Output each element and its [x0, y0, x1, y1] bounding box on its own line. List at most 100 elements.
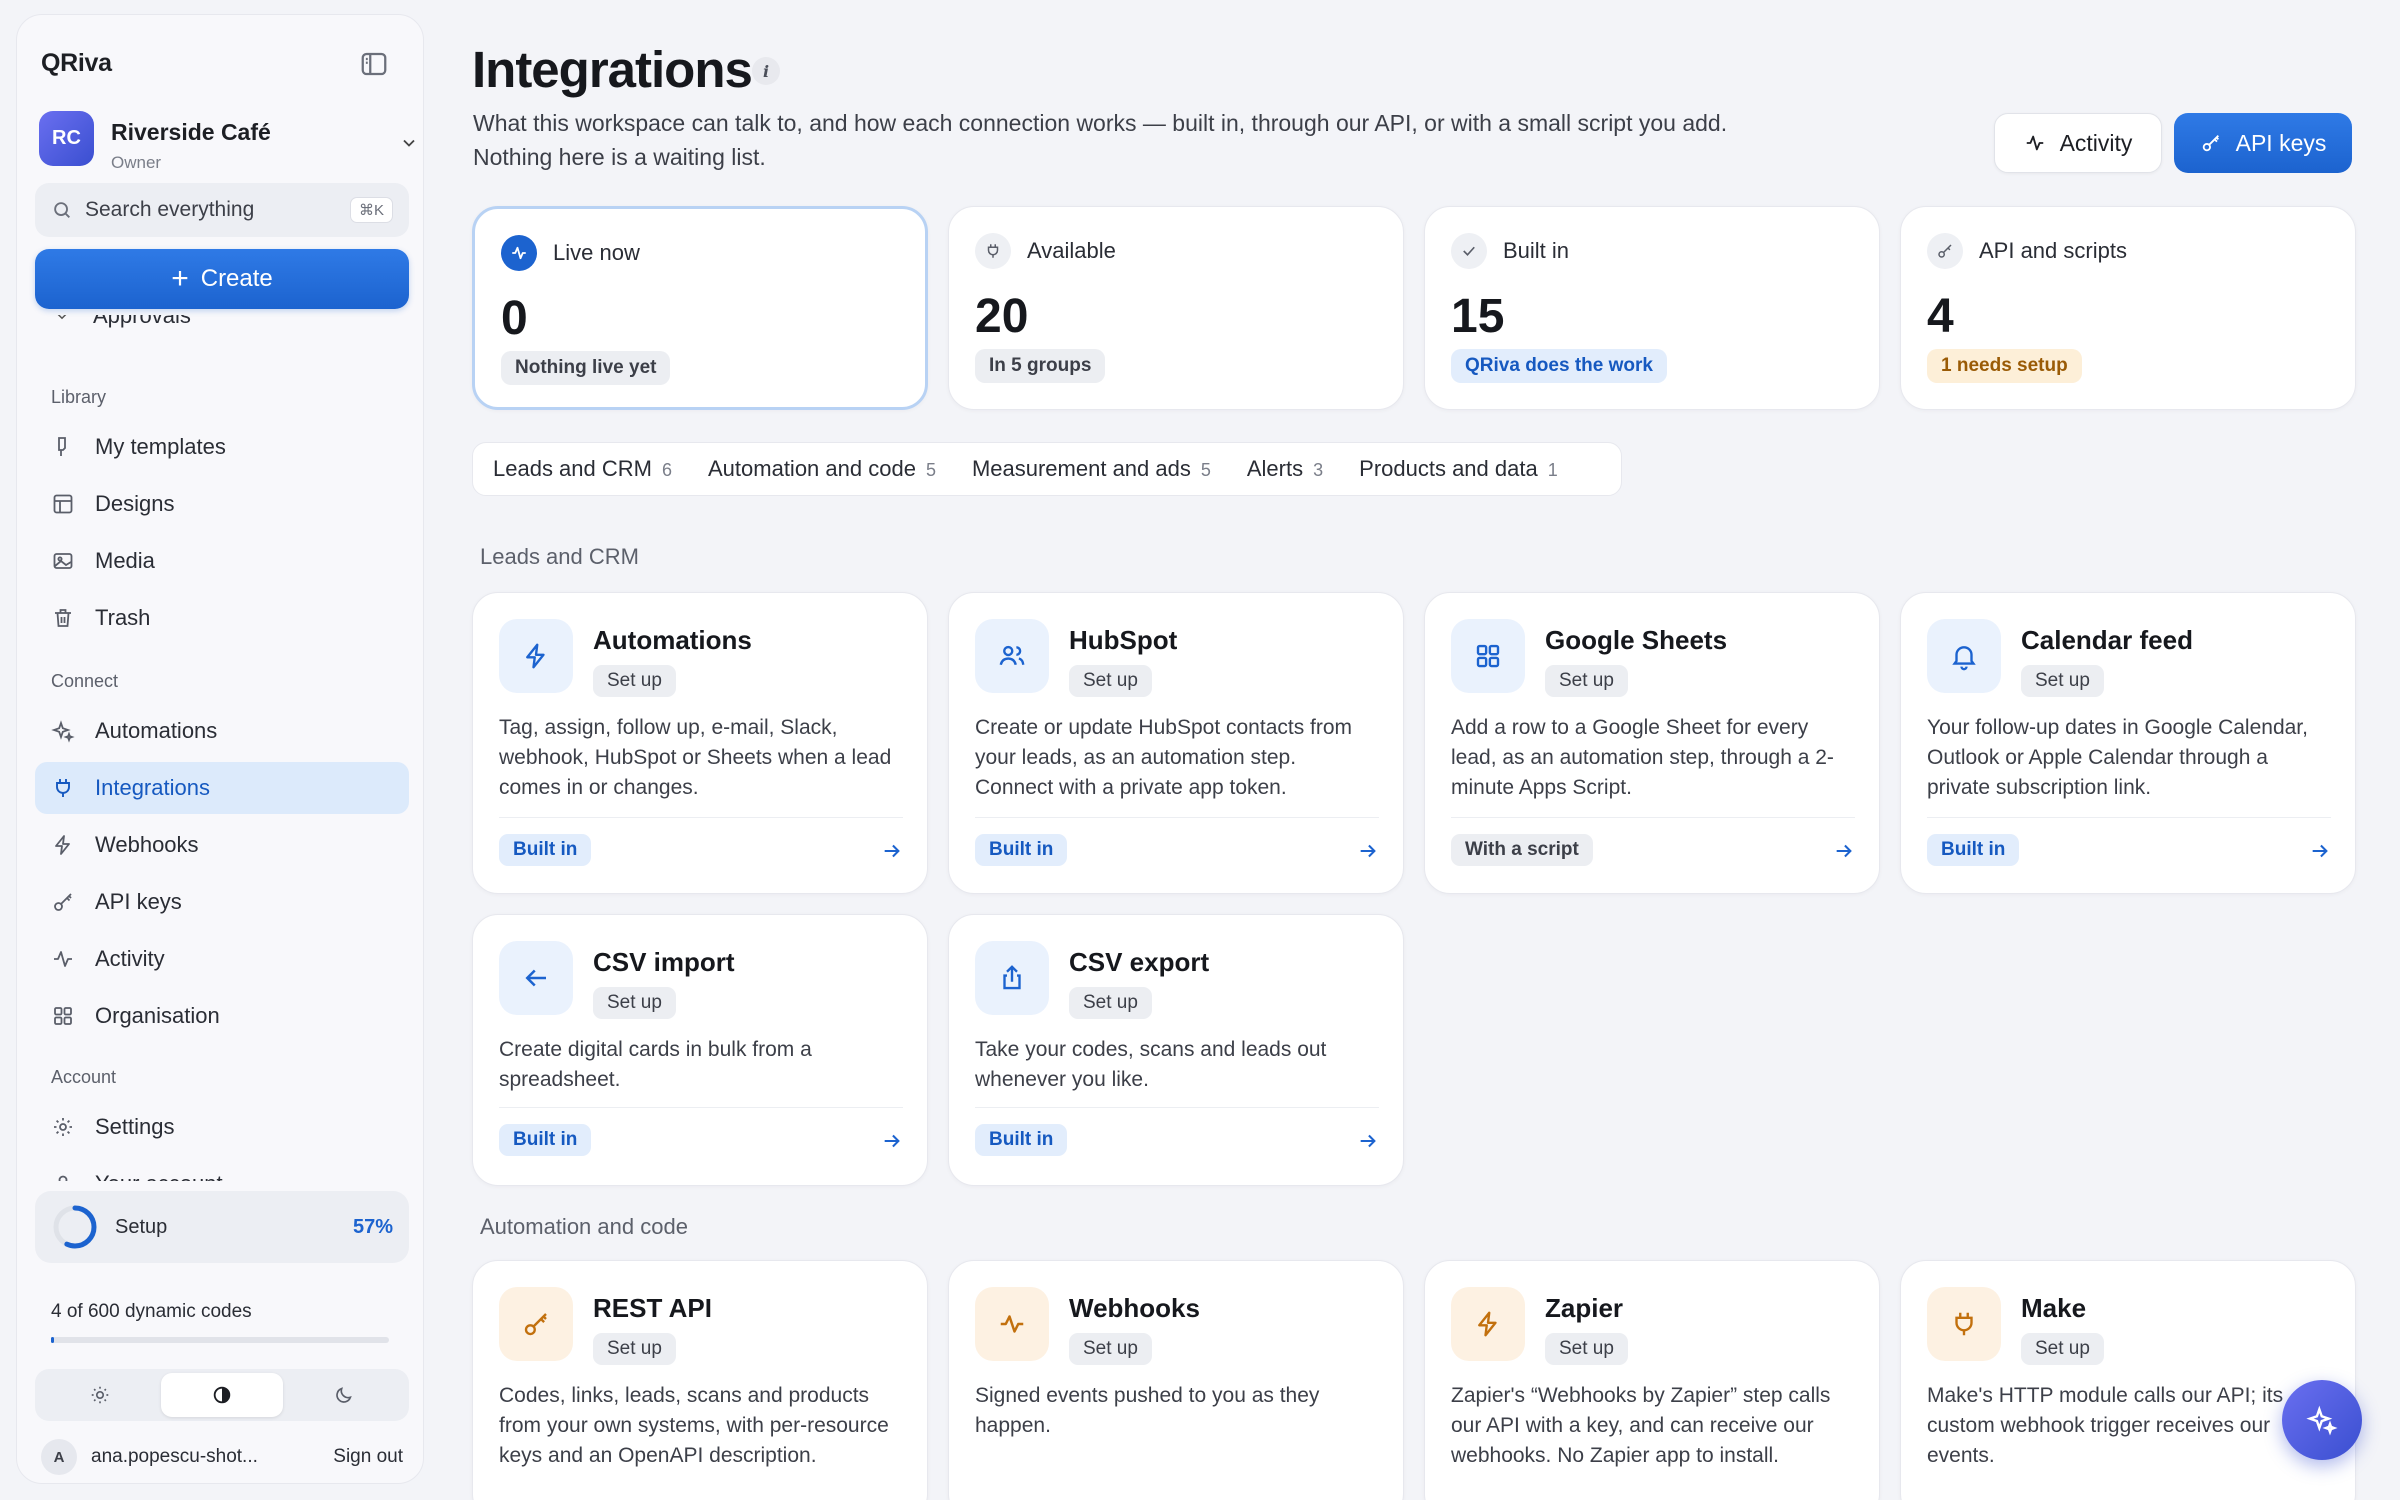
tab-leads-and-crm[interactable]: Leads and CRM 6: [493, 456, 672, 482]
stat-card-built-in[interactable]: Built in 15 QRiva does the work: [1424, 206, 1880, 410]
sidebar-item-webhooks[interactable]: Webhooks: [35, 819, 409, 871]
info-icon[interactable]: i: [752, 57, 780, 85]
integration-card-webhooks[interactable]: Webhooks Set up Signed events pushed to …: [948, 1260, 1404, 1500]
tab-label: Automation and code: [708, 456, 916, 481]
integration-card-make[interactable]: Make Set up Make's HTTP module calls our…: [1900, 1260, 2356, 1500]
grid-icon: [51, 1004, 75, 1028]
tab-measurement-and-ads[interactable]: Measurement and ads 5: [972, 456, 1211, 482]
card-description: Take your codes, scans and leads out whe…: [975, 1038, 1327, 1091]
arrow-right-icon[interactable]: [881, 1130, 903, 1152]
tab-count: 6: [661, 460, 672, 480]
integration-card-csv-export[interactable]: CSV export Set up Take your codes, scans…: [948, 914, 1404, 1186]
tab-automation-and-code[interactable]: Automation and code 5: [708, 456, 936, 482]
card-title: Make: [2021, 1293, 2087, 1323]
page-title: Integrations: [472, 41, 753, 98]
sidebar-item-integrations[interactable]: Integrations: [35, 762, 409, 814]
arrow-right-icon[interactable]: [1833, 840, 1855, 862]
sidebar-item-designs[interactable]: Designs: [35, 478, 409, 530]
arrow-right-icon[interactable]: [1357, 840, 1379, 862]
collapse-sidebar-icon[interactable]: [359, 49, 389, 79]
card-description: Create or update HubSpot contacts from y…: [975, 716, 1353, 799]
nav-section-library: Library: [51, 387, 107, 407]
card-setup-button[interactable]: Set up: [593, 1333, 676, 1365]
card-setup-button[interactable]: Set up: [593, 665, 676, 697]
sidebar-item-my-templates[interactable]: My templates: [35, 421, 409, 473]
integration-card-google-sheets[interactable]: Google Sheets Set up Add a row to a Goog…: [1424, 592, 1880, 894]
tab-count: 1: [1547, 460, 1558, 480]
card-setup-button[interactable]: Set up: [1069, 987, 1152, 1019]
arrow-right-icon[interactable]: [2309, 840, 2331, 862]
stat-label: API and scripts: [1979, 238, 2127, 263]
theme-dark-button[interactable]: [283, 1373, 405, 1417]
tab-label: Alerts: [1246, 456, 1304, 481]
sidebar-item-approvals[interactable]: Approvals: [93, 315, 191, 329]
sidebar-item-media[interactable]: Media: [35, 535, 409, 587]
api-keys-button[interactable]: API keys: [2174, 113, 2352, 173]
assistant-fab-button[interactable]: [2282, 1380, 2362, 1460]
sign-out-button[interactable]: Sign out: [333, 1446, 403, 1468]
sidebar-item-activity[interactable]: Activity: [35, 933, 409, 985]
stat-badge: In 5 groups: [975, 349, 1106, 383]
tab-alerts[interactable]: Alerts 3: [1247, 456, 1323, 482]
card-setup-button[interactable]: Set up: [1069, 1333, 1152, 1365]
sidebar-item-api-keys[interactable]: API keys: [35, 876, 409, 928]
card-footer: Built in: [499, 1107, 903, 1156]
stat-value: 4: [1927, 290, 1954, 343]
search-input[interactable]: Search everything ⌘K: [35, 183, 409, 237]
tab-products-and-data[interactable]: Products and data 1: [1359, 456, 1558, 482]
stat-card-available[interactable]: Available 20 In 5 groups: [948, 206, 1404, 410]
stat-value: 15: [1451, 290, 1505, 343]
sidebar-item-your-account[interactable]: Your account: [35, 1158, 409, 1181]
sidebar-item-settings[interactable]: Settings: [35, 1101, 409, 1153]
integration-card-csv-import[interactable]: CSV import Set up Create digital cards i…: [472, 914, 928, 1186]
card-setup-button[interactable]: Set up: [2021, 665, 2104, 697]
activity-button-label: Activity: [2059, 129, 2133, 156]
stat-value: 20: [975, 290, 1029, 343]
card-setup-button[interactable]: Set up: [593, 987, 676, 1019]
sidebar-item-automations[interactable]: Automations: [35, 705, 409, 757]
integration-card-zapier[interactable]: Zapier Set up Zapier's “Webhooks by Zapi…: [1424, 1260, 1880, 1500]
sidebar-item-trash[interactable]: Trash: [35, 592, 409, 644]
category-tabs: Leads and CRM 6 Automation and code 5 Meas…: [472, 442, 1622, 496]
theme-toggle: [35, 1369, 409, 1421]
arrow-right-icon[interactable]: [881, 840, 903, 862]
user-avatar: A: [41, 1439, 77, 1475]
activity-button[interactable]: Activity: [1994, 113, 2162, 173]
setup-progress-card[interactable]: Setup 57%: [35, 1191, 409, 1263]
grid-icon: [1451, 619, 1525, 693]
stat-label: Live now: [553, 240, 640, 265]
workspace-name: Riverside Café: [111, 119, 271, 145]
sidebar-item-label: My templates: [95, 434, 226, 459]
workspace-switcher[interactable]: RC Riverside Café Owner: [39, 107, 419, 172]
card-description: Add a row to a Google Sheet for every le…: [1451, 716, 1834, 799]
card-setup-button[interactable]: Set up: [1545, 1333, 1628, 1365]
search-shortcut: ⌘K: [349, 197, 393, 223]
card-setup-button[interactable]: Set up: [1069, 665, 1152, 697]
card-tag: With a script: [1451, 834, 1593, 866]
arrow-right-icon[interactable]: [1357, 1130, 1379, 1152]
integration-card-automations[interactable]: Automations Set up Tag, assign, follow u…: [472, 592, 928, 894]
api-keys-button-label: API keys: [2235, 129, 2327, 156]
theme-light-button[interactable]: [39, 1373, 161, 1417]
user-email[interactable]: ana.popescu-shot...: [91, 1446, 333, 1468]
integration-card-hubspot[interactable]: HubSpot Set up Create or update HubSpot …: [948, 592, 1404, 894]
card-footer: Built in: [499, 817, 903, 866]
pulse-icon: [2026, 135, 2043, 151]
bolt-icon: [1451, 1287, 1525, 1361]
card-description: Make's HTTP module calls our API; its cu…: [1927, 1384, 2284, 1467]
brand-logo: QRiva: [41, 49, 112, 77]
theme-system-button[interactable]: [161, 1373, 283, 1417]
create-button[interactable]: + Create: [35, 249, 409, 309]
stat-label: Built in: [1503, 238, 1570, 263]
dynamic-codes-fill: [51, 1337, 54, 1343]
card-setup-button[interactable]: Set up: [1545, 665, 1628, 697]
sidebar-item-organisation[interactable]: Organisation: [35, 990, 409, 1042]
card-setup-button[interactable]: Set up: [2021, 1333, 2104, 1365]
plug-icon: [1927, 1287, 2001, 1361]
plug-icon: [51, 776, 75, 800]
stat-card-live-now[interactable]: Live now 0 Nothing live yet: [472, 206, 928, 410]
integration-card-calendar-feed[interactable]: Calendar feed Set up Your follow-up date…: [1900, 592, 2356, 894]
sidebar-item-label: Automations: [95, 718, 218, 743]
integration-card-rest-api[interactable]: REST API Set up Codes, links, leads, sca…: [472, 1260, 928, 1500]
stat-card-api-and-scripts[interactable]: API and scripts 4 1 needs setup: [1900, 206, 2356, 410]
